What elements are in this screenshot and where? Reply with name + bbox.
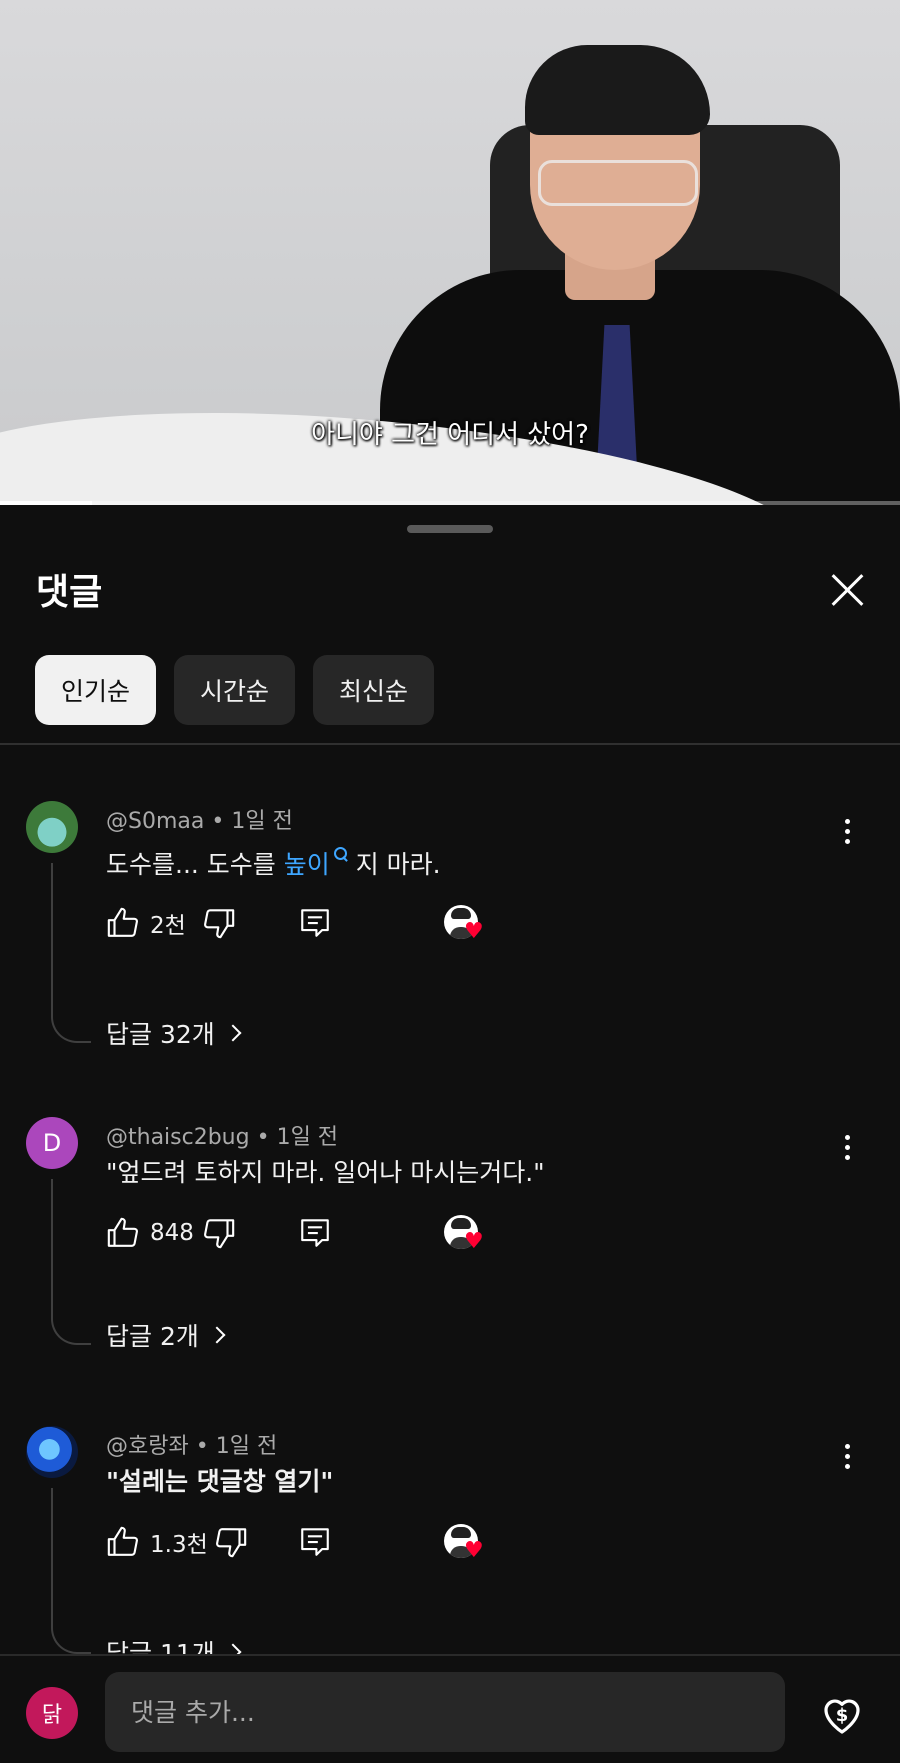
- chip-newest[interactable]: 최신순: [313, 655, 435, 725]
- heart-icon: ♥: [464, 1538, 484, 1563]
- close-icon[interactable]: [822, 565, 872, 615]
- like-count: 2천: [150, 913, 186, 939]
- chevron-right-icon: [208, 1326, 226, 1344]
- comment-text: "설레는 댓글창 열기": [106, 1467, 334, 1496]
- comment-author[interactable]: @thaisc2bug: [106, 1125, 250, 1150]
- meta-separator: •: [195, 1434, 216, 1459]
- super-thanks-heart-dollar-icon[interactable]: $: [818, 1690, 866, 1738]
- comment-reply-icon: [301, 1219, 329, 1247]
- avatar[interactable]: [26, 801, 78, 853]
- dislike-button[interactable]: [202, 1213, 236, 1253]
- reply-button[interactable]: [298, 903, 332, 943]
- comment-item: @호랑좌 • 1일 전 "설레는 댓글창 열기" 1.3천 ♥ 답글 11개: [0, 1426, 900, 1668]
- like-count: 848: [150, 1220, 194, 1246]
- avatar[interactable]: D: [26, 1117, 78, 1169]
- reply-button[interactable]: [298, 1213, 332, 1253]
- comment-author[interactable]: @S0maa: [106, 809, 204, 834]
- comment-actions: 2천 ♥: [106, 903, 606, 947]
- like-button[interactable]: 2천: [106, 903, 186, 943]
- search-icon[interactable]: [333, 845, 348, 863]
- thumbs-down-icon: [204, 1219, 235, 1249]
- meta-separator: •: [256, 1125, 277, 1150]
- sort-chips: 인기순 시간순 최신순: [35, 655, 435, 725]
- creator-heart-badge: ♥: [444, 1215, 486, 1257]
- comment-text: "엎드려 토하지 마라. 일어나 마시는거다.": [106, 1158, 545, 1187]
- meta-separator: •: [211, 809, 232, 834]
- thread-line: [51, 1488, 91, 1654]
- like-button[interactable]: 1.3천: [106, 1522, 208, 1562]
- comment-reply-icon: [301, 909, 329, 937]
- like-count: 1.3천: [150, 1532, 208, 1558]
- chevron-right-icon: [224, 1024, 242, 1042]
- thumbs-down-icon: [204, 909, 235, 939]
- comment-input[interactable]: [105, 1672, 785, 1752]
- replies-label: 답글 2개: [106, 1322, 199, 1351]
- dislike-button[interactable]: [202, 903, 236, 943]
- presenter-hair: [525, 45, 710, 135]
- chip-top[interactable]: 인기순: [35, 655, 157, 725]
- comment-item: D @thaisc2bug • 1일 전 "엎드려 토하지 마라. 일어나 마시…: [0, 1117, 900, 1377]
- heart-icon: ♥: [464, 1229, 484, 1254]
- svg-text:$: $: [836, 1705, 849, 1726]
- comment-composer: 닭 $: [0, 1654, 900, 1763]
- thumbs-up-icon: [107, 907, 138, 937]
- creator-heart-badge: ♥: [444, 1524, 486, 1566]
- divider: [0, 743, 900, 745]
- like-button[interactable]: 848: [106, 1213, 194, 1253]
- presenter-glasses: [538, 160, 698, 206]
- video-player[interactable]: 아니야 그건 어디서 샀어?: [0, 0, 900, 505]
- comment-item: @S0maa • 1일 전 도수를... 도수를 높이 지 마라. 2천 ♥ 답…: [0, 801, 900, 1061]
- more-vert-icon[interactable]: [832, 811, 862, 851]
- more-vert-icon[interactable]: [832, 1436, 862, 1476]
- replies-button[interactable]: 답글 32개: [106, 1015, 242, 1051]
- sheet-title: 댓글: [36, 572, 103, 613]
- comment-text-after: 지 마라.: [347, 850, 441, 879]
- comment-author[interactable]: @호랑좌: [106, 1434, 189, 1459]
- thumbs-up-icon: [107, 1217, 138, 1247]
- thumbs-up-icon: [107, 1526, 138, 1556]
- chip-timed[interactable]: 시간순: [174, 655, 296, 725]
- heart-dollar-svg: $: [824, 1699, 860, 1734]
- avatar[interactable]: [26, 1426, 78, 1478]
- video-subtitle: 아니야 그건 어디서 샀어?: [311, 420, 589, 450]
- dislike-button[interactable]: [214, 1522, 248, 1562]
- user-avatar[interactable]: 닭: [26, 1687, 78, 1739]
- comment-time: 1일 전: [276, 1125, 339, 1150]
- creator-heart-badge: ♥: [444, 905, 486, 947]
- comment-actions: 848 ♥: [106, 1213, 606, 1257]
- sheet-drag-handle[interactable]: [407, 525, 493, 533]
- more-vert-icon[interactable]: [832, 1127, 862, 1167]
- comment-time: 1일 전: [231, 809, 293, 834]
- replies-button[interactable]: 답글 2개: [106, 1317, 226, 1353]
- comment-actions: 1.3천 ♥: [106, 1522, 606, 1566]
- comment-meta: @호랑좌 • 1일 전: [106, 1428, 277, 1460]
- comment-text-before: 도수를... 도수를: [106, 850, 284, 879]
- comment-time: 1일 전: [215, 1434, 278, 1459]
- comments-sheet: 댓글 인기순 시간순 최신순 @S0maa • 1일 전 도수를... 도수를 …: [0, 505, 900, 1763]
- replies-label: 답글 32개: [106, 1020, 215, 1049]
- reply-button[interactable]: [298, 1522, 332, 1562]
- search-link[interactable]: 높이: [284, 850, 330, 879]
- comment-text: 도수를... 도수를 높이 지 마라.: [106, 845, 441, 881]
- comment-reply-icon: [301, 1528, 329, 1556]
- thread-line: [51, 863, 91, 1043]
- comment-meta: @S0maa • 1일 전: [106, 803, 293, 835]
- thumbs-down-icon: [216, 1528, 247, 1558]
- thread-line: [51, 1179, 91, 1345]
- heart-icon: ♥: [464, 919, 484, 944]
- comment-meta: @thaisc2bug • 1일 전: [106, 1119, 338, 1151]
